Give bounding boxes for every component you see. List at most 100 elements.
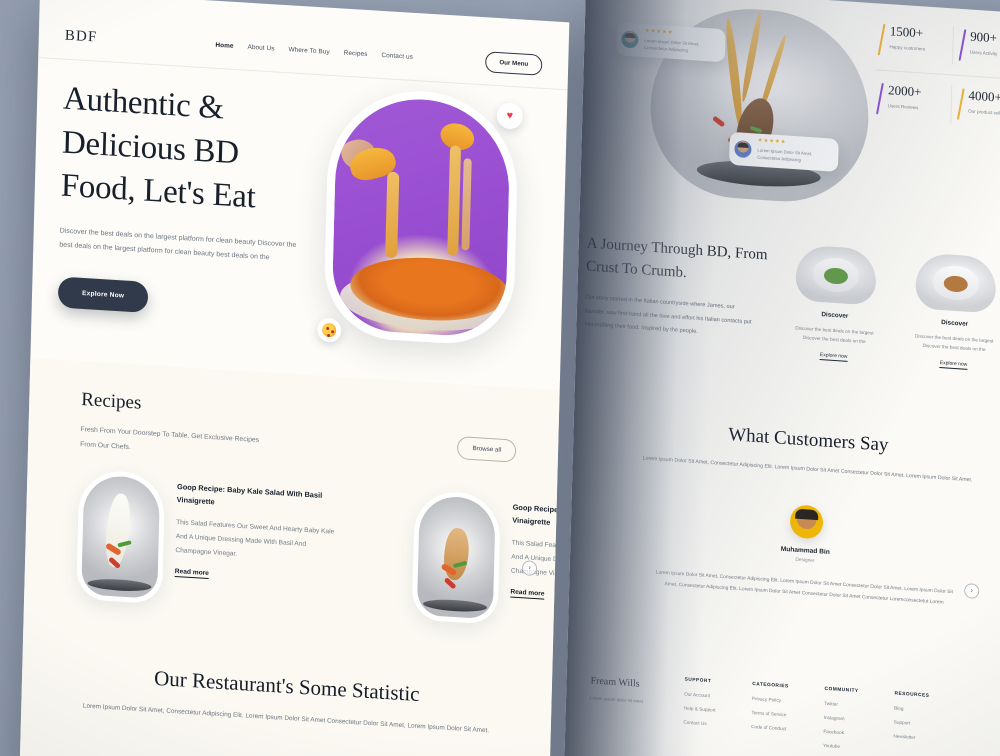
footer-heading: CATEGORIES (752, 682, 789, 690)
hero-section: Authentic & Delicious BD Food, Let's Eat… (57, 78, 334, 325)
journey-section: A Journey Through BD, From Crust To Crum… (584, 232, 777, 345)
footer-heading: RESOURCES (894, 691, 930, 699)
stat-card: 4000+ Our product sells (950, 75, 1000, 138)
stat-accent-bar (958, 29, 966, 61)
footer-link[interactable]: Support (894, 719, 929, 726)
stat-card: 2000+ Users Reviews (870, 70, 951, 133)
recipe-body: This Salad Features Our Sweet And Hearty… (511, 539, 570, 579)
stat-value: 4000+ (968, 87, 1000, 105)
review-chip: ★★★★★ Lorem Ipsum Dolor Sit Amet, Consec… (616, 22, 726, 62)
footer-logo: Fream Wills (590, 675, 640, 690)
recipe-card[interactable]: Goop Recipe: Baby Kale Salad With Basil … (76, 469, 369, 617)
read-more-link[interactable]: Read more (174, 568, 209, 580)
stat-accent-bar (877, 23, 886, 56)
stat-label: Happy customers (889, 44, 926, 52)
statistics-section: Our Restaurant's Some Statistic Lorem Ip… (21, 658, 552, 742)
footer-column: RESOURCES Blog Support Newsletter (893, 691, 930, 755)
brand-logo[interactable]: BDF (65, 28, 98, 47)
recipe-card[interactable]: Goop Recipe: Baby Kale Salad With Basil … (411, 489, 570, 638)
recipes-subtitle: Fresh From Your Doorstep To Table. Get E… (80, 426, 260, 452)
avatar (789, 504, 823, 540)
mockup-page-two: ★★★★★ Lorem Ipsum Dolor Sit Amet, Consec… (563, 0, 1000, 756)
footer-column: CATEGORIES Privacy Policy Terms of Servi… (751, 682, 789, 745)
footer-link[interactable]: Facebook (823, 729, 857, 736)
review-text: Lorem Ipsum Dolor Sit Amet, Consectetur … (757, 147, 813, 163)
recipe-body: This Salad Features Our Sweet And Hearty… (175, 518, 335, 559)
stat-value: 2000+ (887, 82, 922, 100)
hero-title-line-3: Food, Let's Eat (60, 167, 256, 216)
footer-link[interactable]: Our Account (684, 692, 716, 699)
footer-heading: COMMUNITY (824, 686, 859, 695)
pizza-icon (316, 317, 342, 343)
footer-link[interactable]: Privacy Policy (752, 696, 788, 703)
hero-title-line-2: Delicious BD (61, 124, 240, 171)
primary-nav: Home About Us Where To Buy Recipes Conta… (215, 42, 413, 61)
chevron-right-icon[interactable]: › (964, 582, 980, 599)
footer-link[interactable]: Twitter (824, 701, 858, 708)
avatar (734, 139, 752, 159)
hero-image: ♥ (323, 85, 524, 348)
footer: Fream Wills Lorem ipsum dolor sit amet S… (564, 656, 1000, 756)
discover-image (915, 252, 997, 314)
discover-title: Discover (941, 319, 969, 328)
mockup-stage: ★★★★★ Lorem Ipsum Dolor Sit Amet, Consec… (0, 0, 1000, 756)
recipe-card-list: Goop Recipe: Baby Kale Salad With Basil … (76, 469, 569, 637)
hero-body: Discover the best deals on the largest p… (59, 227, 297, 262)
hero-title-line-1: Authentic & (62, 80, 225, 127)
footer-link[interactable]: Help & Support (684, 706, 716, 713)
recipes-title: Recipes (81, 389, 142, 414)
mockup-page-one: BDF Home About Us Where To Buy Recipes C… (19, 0, 570, 756)
discover-card[interactable]: Discover Discover the best deals on the … (905, 252, 1000, 374)
nav-item-recipes[interactable]: Recipes (344, 50, 368, 58)
our-menu-button[interactable]: Our Menu (485, 51, 543, 76)
journey-body: Our story started in the Italian country… (584, 294, 752, 336)
recipe-title: Goop Recipe: Baby Kale Salad With Basil … (176, 481, 323, 507)
footer-link[interactable]: Contact Us (683, 720, 715, 727)
heart-icon[interactable]: ♥ (496, 102, 524, 130)
stat-value: 1500+ (889, 23, 924, 41)
footer-link[interactable]: Newsletter (893, 733, 928, 740)
testimonial-quote: Lorem Ipsum Dolor Sit Amet, Consectetur … (655, 570, 953, 607)
nav-item-about-us[interactable]: About Us (247, 44, 274, 53)
stat-label: Users Activity (969, 49, 998, 57)
discover-body: Discover the best deals on the largest D… (795, 325, 874, 345)
footer-heading: SUPPORT (684, 677, 712, 685)
nav-item-home[interactable]: Home (215, 42, 233, 50)
nav-item-contact-us[interactable]: Contact us (381, 52, 413, 61)
journey-title: A Journey Through BD, From Crust To Crum… (585, 235, 768, 281)
footer-link[interactable]: Instagram (824, 715, 858, 722)
recipe-image (76, 469, 166, 605)
footer-tagline: Lorem ipsum dolor sit amet (590, 695, 644, 704)
testimonials-section: What Customers Say Lorem Ipsum Dolor Sit… (569, 414, 1000, 616)
page-title: Authentic & Delicious BD Food, Let's Eat (60, 78, 333, 225)
footer-link[interactable]: Code of Conduct (751, 724, 787, 731)
stat-card: 900+ Users Activity (952, 16, 1000, 79)
recipe-image (411, 489, 501, 625)
stat-value: 900+ (969, 28, 998, 46)
discover-link[interactable]: Explore now (819, 352, 848, 363)
footer-column: SUPPORT Our Account Help & Support Conta… (683, 678, 716, 741)
discover-link[interactable]: Explore now (939, 360, 968, 371)
stat-label: Our product sells (968, 108, 1000, 116)
nav-item-where-to-buy[interactable]: Where To Buy (288, 46, 329, 56)
stats-grid: 1500+ Happy customers 900+ Users Activit… (870, 11, 1000, 139)
footer-link[interactable]: Terms of Service (751, 710, 787, 717)
stat-card: 1500+ Happy customers (872, 11, 953, 74)
read-more-link[interactable]: Read more (510, 588, 545, 600)
avatar (621, 30, 639, 49)
discover-cards: Discover Discover the best deals on the … (786, 244, 1000, 374)
review-text: Lorem Ipsum Dolor Sit Amet, Consectetur … (644, 37, 700, 53)
stat-accent-bar (956, 88, 965, 120)
discover-image (795, 244, 877, 306)
recipes-section: Recipes Fresh From Your Doorstep To Tabl… (19, 357, 569, 756)
explore-now-button[interactable]: Explore Now (57, 276, 149, 314)
discover-card[interactable]: Discover Discover the best deals on the … (786, 244, 885, 366)
footer-link[interactable]: Blog (894, 705, 929, 712)
discover-title: Discover (821, 311, 849, 320)
footer-column: COMMUNITY Twitter Instagram Facebook You… (823, 687, 859, 750)
footer-link[interactable]: Youtube (823, 743, 857, 750)
recipe-title: Goop Recipe: Baby Kale Salad With Basil … (512, 502, 570, 527)
stat-accent-bar (875, 82, 884, 115)
discover-body: Discover the best deals on the largest D… (915, 333, 994, 353)
browse-all-button[interactable]: Browse all (457, 436, 517, 463)
